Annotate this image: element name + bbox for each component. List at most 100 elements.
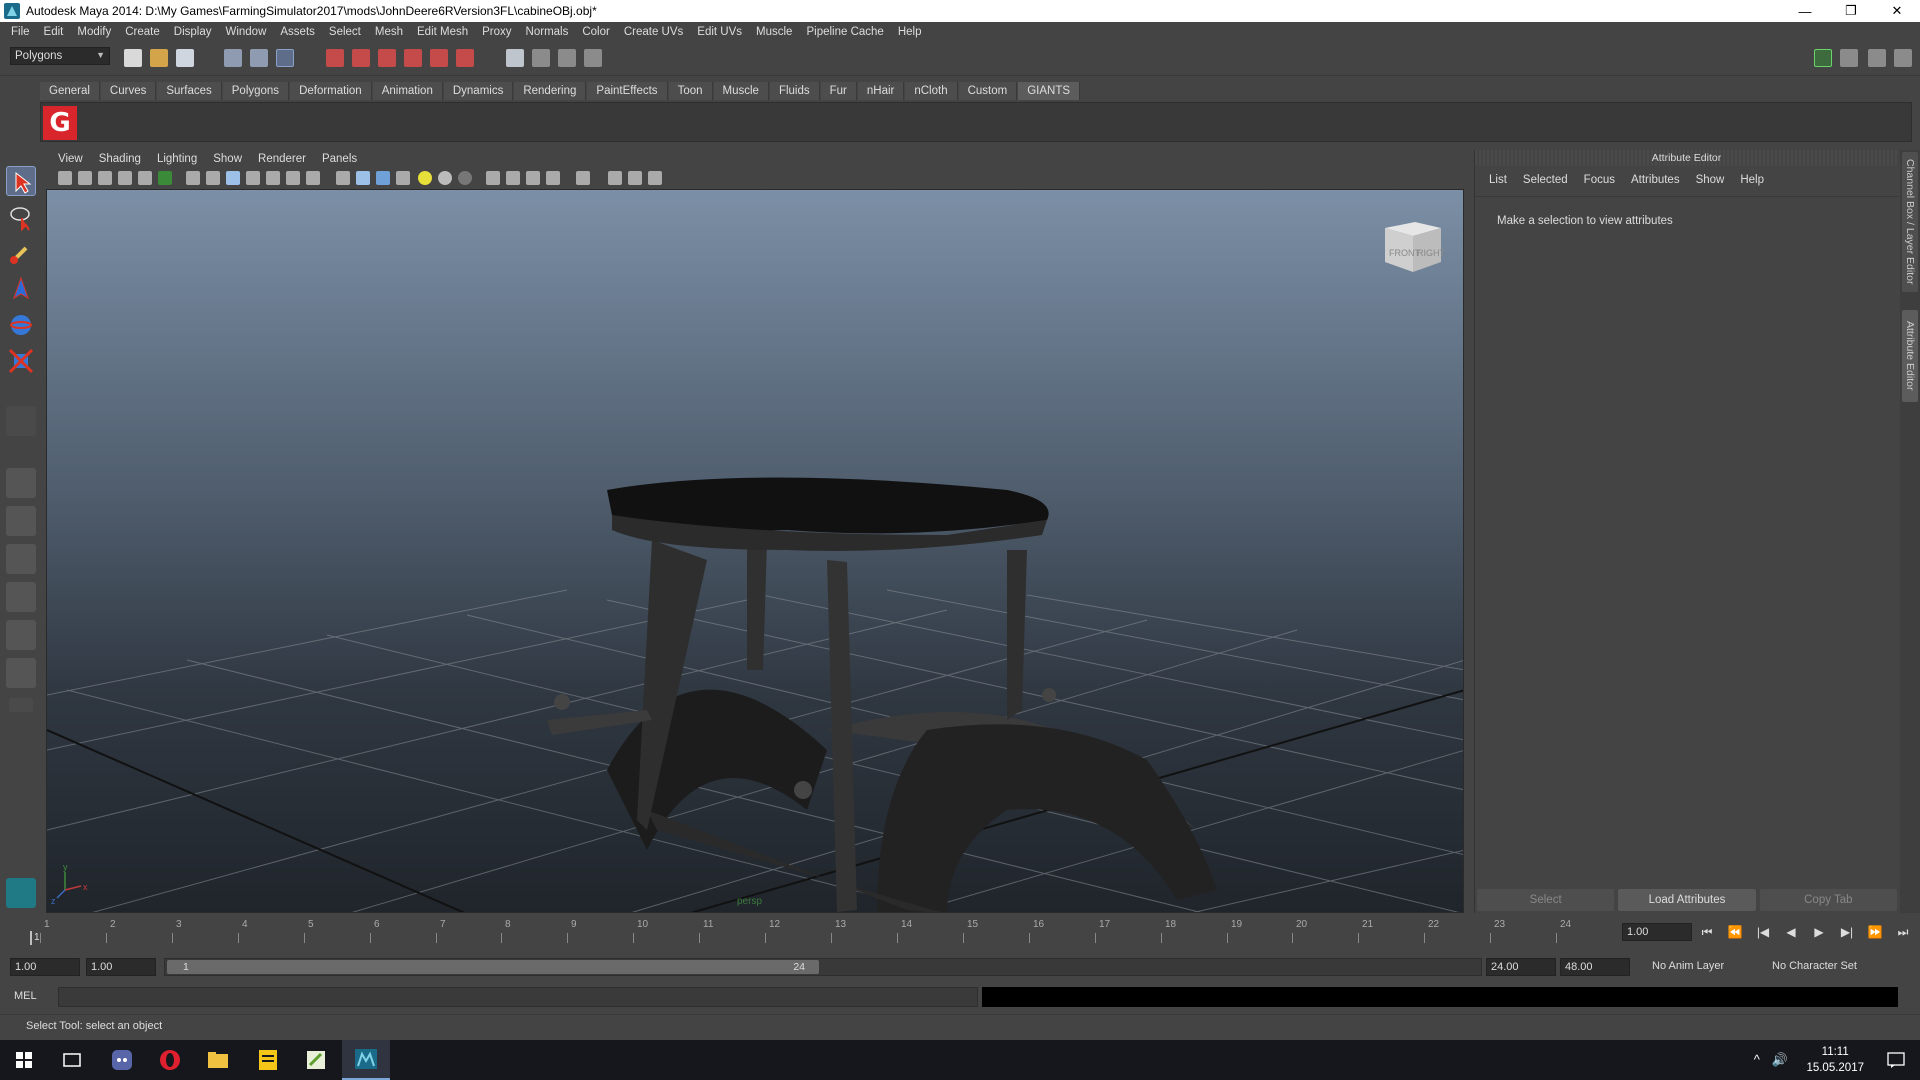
gate-mask-icon[interactable]	[246, 171, 260, 185]
volume-icon[interactable]: 🔊	[1772, 1052, 1788, 1068]
select-tool-icon[interactable]	[6, 166, 36, 196]
load-attributes-button[interactable]: Load Attributes	[1618, 889, 1756, 911]
snap-view-plane-icon[interactable]	[404, 49, 422, 67]
two-d-pan-zoom-icon[interactable]	[138, 171, 152, 185]
panel-menu-shading[interactable]: Shading	[91, 153, 149, 165]
task-view-icon[interactable]	[48, 1040, 96, 1080]
menu-modify[interactable]: Modify	[70, 26, 118, 38]
shadows-icon[interactable]	[438, 171, 452, 185]
menu-color[interactable]: Color	[575, 26, 616, 38]
shelf-tab-muscle[interactable]: Muscle	[713, 82, 769, 100]
show-hidden-icons-icon[interactable]: ^	[1754, 1052, 1760, 1068]
shelf-tab-ncloth[interactable]: nCloth	[905, 82, 958, 100]
all-lights-icon[interactable]	[458, 171, 472, 185]
step-forward-frame-button[interactable]: ▶|	[1836, 925, 1858, 939]
open-scene-icon[interactable]	[150, 49, 168, 67]
copy-tab-button[interactable]: Copy Tab	[1759, 889, 1897, 911]
panel-menu-panels[interactable]: Panels	[314, 153, 365, 165]
share-icon[interactable]	[648, 171, 662, 185]
scale-tool-icon[interactable]	[6, 346, 36, 376]
menu-file[interactable]: File	[4, 26, 37, 38]
menu-window[interactable]: Window	[218, 26, 273, 38]
rotate-tool-icon[interactable]	[6, 310, 36, 340]
channel-box-toggle-icon[interactable]	[1894, 49, 1912, 67]
menu-select[interactable]: Select	[322, 26, 368, 38]
file-explorer-icon[interactable]	[194, 1040, 242, 1080]
shelf-tab-deformation[interactable]: Deformation	[290, 82, 372, 100]
single-pane-layout-icon[interactable]	[6, 468, 36, 498]
menu-pipeline-cache[interactable]: Pipeline Cache	[799, 26, 890, 38]
maya-taskbar-icon[interactable]	[342, 1040, 390, 1080]
attribute-editor-toggle-icon[interactable]	[1840, 49, 1858, 67]
render-settings-icon[interactable]	[584, 49, 602, 67]
channel-box-tab[interactable]: Channel Box / Layer Editor	[1902, 152, 1918, 292]
bookmark-icon[interactable]	[98, 171, 112, 185]
new-scene-icon[interactable]	[124, 49, 142, 67]
current-frame-field[interactable]: 1.00	[1622, 923, 1692, 941]
shelf-tab-curves[interactable]: Curves	[100, 82, 157, 100]
shelf-tab-rendering[interactable]: Rendering	[514, 82, 587, 100]
anim-layer-dropdown[interactable]: No Anim Layer	[1648, 958, 1728, 976]
snap-grid-icon[interactable]	[326, 49, 344, 67]
film-gate-icon[interactable]	[206, 171, 220, 185]
menu-assets[interactable]: Assets	[273, 26, 322, 38]
step-back-key-button[interactable]: ⏪	[1724, 925, 1746, 939]
sticky-app-icon[interactable]	[244, 1040, 292, 1080]
save-scene-icon[interactable]	[176, 49, 194, 67]
mel-label[interactable]: MEL	[14, 990, 37, 1002]
range-handle[interactable]: 1 24	[167, 960, 819, 974]
menu-create[interactable]: Create	[118, 26, 167, 38]
field-chart-icon[interactable]	[266, 171, 280, 185]
windows-start-icon[interactable]	[0, 1040, 48, 1080]
time-slider[interactable]: 1 2 3 4 5 6 7 8 9 10 11 12 13 14 15 16 17 18 19 20 21 22 23 24 …	[10, 915, 1620, 949]
ssao-icon[interactable]	[628, 171, 642, 185]
modeling-toolkit-icon[interactable]	[1814, 49, 1832, 67]
safe-action-icon[interactable]	[286, 171, 300, 185]
camera-attributes-icon[interactable]	[78, 171, 92, 185]
render-view-icon[interactable]	[506, 49, 524, 67]
menu-proxy[interactable]: Proxy	[475, 26, 518, 38]
shelf-tab-general[interactable]: General	[40, 82, 100, 100]
character-set-dropdown[interactable]: No Character Set	[1768, 958, 1861, 976]
grease-pencil-icon[interactable]	[158, 171, 172, 185]
menu-create-uvs[interactable]: Create UVs	[617, 26, 690, 38]
animation-end-field[interactable]: 48.00	[1560, 958, 1630, 976]
last-tool-slot[interactable]	[6, 406, 36, 436]
play-backwards-button[interactable]: ◀	[1780, 925, 1802, 939]
shelf-tab-fluids[interactable]: Fluids	[769, 82, 820, 100]
more-layouts-icon[interactable]	[9, 698, 33, 712]
snap-point-icon[interactable]	[378, 49, 396, 67]
playback-start-field[interactable]: 1.00	[86, 958, 156, 976]
select-object-icon[interactable]	[250, 49, 268, 67]
menu-set-dropdown[interactable]: Polygons ▼	[10, 47, 110, 65]
persp-hypershade-layout-icon[interactable]	[6, 620, 36, 650]
shelf-tab-polygons[interactable]: Polygons	[222, 82, 290, 100]
default-light-icon[interactable]	[418, 171, 432, 185]
four-pane-layout-icon[interactable]	[6, 506, 36, 536]
xray-joints-icon[interactable]	[506, 171, 520, 185]
menu-edit-uvs[interactable]: Edit UVs	[690, 26, 749, 38]
isolate-select-icon[interactable]	[576, 171, 590, 185]
outliner-persp-graph-layout-icon[interactable]	[6, 658, 36, 688]
panel-menu-lighting[interactable]: Lighting	[149, 153, 205, 165]
action-center-icon[interactable]	[1872, 1040, 1920, 1080]
giants-tool-icon[interactable]	[6, 878, 36, 908]
tool-settings-icon[interactable]	[1868, 49, 1886, 67]
discord-icon[interactable]	[98, 1040, 146, 1080]
shelf-tab-surfaces[interactable]: Surfaces	[157, 82, 222, 100]
playhead[interactable]	[30, 931, 32, 945]
menu-normals[interactable]: Normals	[519, 26, 576, 38]
shelf-tab-toon[interactable]: Toon	[668, 82, 713, 100]
giants-exporter-button[interactable]: G	[43, 106, 77, 140]
menu-help[interactable]: Help	[891, 26, 929, 38]
select-hierarchy-icon[interactable]	[224, 49, 242, 67]
menu-mesh[interactable]: Mesh	[368, 26, 410, 38]
ipr-render-icon[interactable]	[558, 49, 576, 67]
attr-menu-list[interactable]: List	[1481, 174, 1515, 186]
shelf-tab-custom[interactable]: Custom	[958, 82, 1018, 100]
close-button[interactable]: ✕	[1874, 0, 1920, 22]
make-live-icon[interactable]	[430, 49, 448, 67]
wireframe-icon[interactable]	[336, 171, 350, 185]
taskbar-clock[interactable]: 11:11 15.05.2017	[1806, 1044, 1864, 1076]
attr-menu-focus[interactable]: Focus	[1576, 174, 1623, 186]
